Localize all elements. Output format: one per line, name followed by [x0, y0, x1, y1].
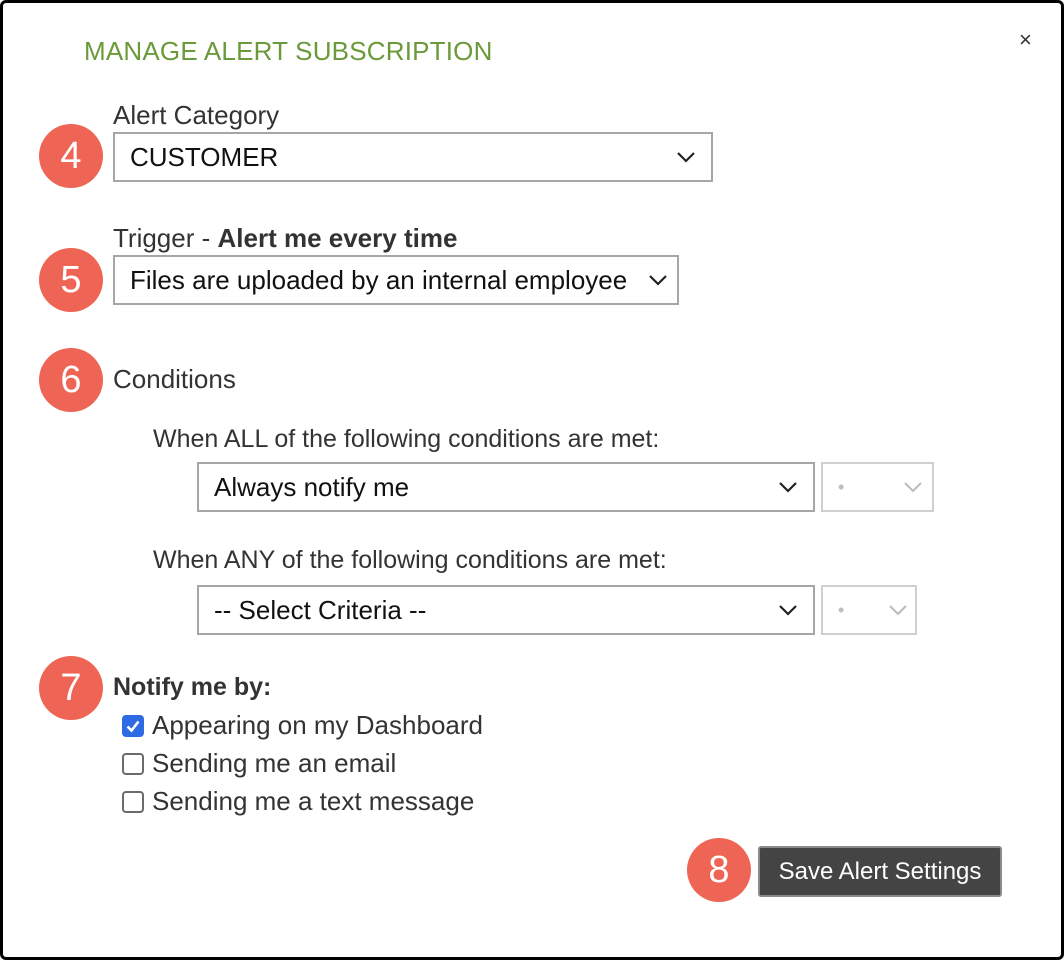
dashboard-checkbox[interactable]	[122, 714, 144, 737]
trigger-label-emphasis: Alert me every time	[217, 223, 458, 253]
email-option-label: Sending me an email	[152, 748, 397, 778]
dashboard-option-label: Appearing on my Dashboard	[152, 710, 483, 740]
alert-category-label: Alert Category	[113, 100, 280, 130]
trigger-label: Trigger - Alert me every time	[113, 223, 457, 254]
any-conditions-label: When ANY of the following conditions are…	[153, 546, 667, 574]
all-conditions-operator-select[interactable]: •	[821, 462, 934, 512]
notify-option-text[interactable]: Sending me a text message	[122, 786, 474, 817]
chevron-down-icon	[779, 482, 797, 493]
alert-category-select[interactable]: CUSTOMER	[113, 132, 713, 182]
notify-option-dashboard[interactable]: Appearing on my Dashboard	[122, 710, 483, 741]
conditions-label: Conditions	[113, 364, 236, 394]
dialog-title: MANAGE ALERT SUBSCRIPTION	[84, 36, 493, 66]
all-conditions-label: When ALL of the following conditions are…	[153, 425, 660, 453]
step-badge-6: 6	[39, 348, 103, 412]
any-conditions-operator-select[interactable]: •	[821, 585, 917, 635]
text-message-checkbox[interactable]	[122, 790, 144, 813]
text-message-option-label: Sending me a text message	[152, 786, 475, 816]
chevron-down-icon	[649, 275, 667, 286]
step-badge-4: 4	[39, 124, 103, 188]
checkmark-icon	[126, 720, 140, 732]
all-conditions-operator-value: •	[838, 476, 845, 497]
all-conditions-value: Always notify me	[214, 471, 410, 502]
chevron-down-icon	[904, 482, 922, 493]
chevron-down-icon	[779, 605, 797, 616]
any-conditions-value: -- Select Criteria --	[214, 594, 427, 625]
email-checkbox[interactable]	[122, 752, 144, 775]
close-icon[interactable]: ×	[1019, 27, 1032, 53]
alert-category-value: CUSTOMER	[130, 141, 279, 172]
trigger-select[interactable]: Files are uploaded by an internal employ…	[113, 255, 679, 305]
step-badge-5: 5	[39, 248, 103, 312]
any-conditions-select[interactable]: -- Select Criteria --	[197, 585, 815, 635]
trigger-value: Files are uploaded by an internal employ…	[130, 264, 628, 295]
chevron-down-icon	[677, 152, 695, 163]
trigger-label-prefix: Trigger -	[113, 223, 218, 253]
chevron-down-icon	[889, 605, 907, 616]
step-badge-7: 7	[39, 656, 103, 720]
save-alert-settings-button[interactable]: Save Alert Settings	[758, 846, 1002, 897]
any-conditions-operator-value: •	[838, 599, 845, 620]
all-conditions-select[interactable]: Always notify me	[197, 462, 815, 512]
step-badge-8: 8	[687, 838, 751, 902]
notify-label: Notify me by:	[113, 673, 272, 701]
notify-option-email[interactable]: Sending me an email	[122, 748, 396, 779]
alert-subscription-dialog: MANAGE ALERT SUBSCRIPTION × 4 Alert Cate…	[0, 0, 1064, 960]
